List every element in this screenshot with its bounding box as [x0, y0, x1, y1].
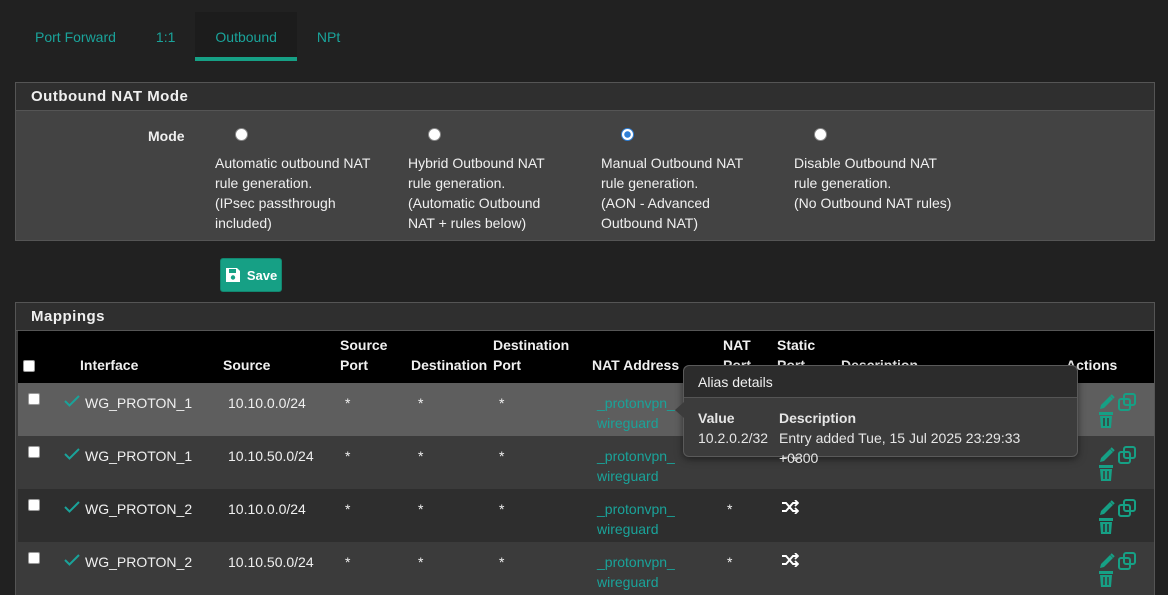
mode-label: Mode: [148, 128, 185, 144]
cell-source-port: *: [345, 448, 351, 464]
row-checkbox[interactable]: [28, 552, 40, 564]
check-icon: [64, 554, 80, 566]
cell-source-port: *: [345, 501, 351, 517]
cell-destination-port: *: [499, 501, 505, 517]
radio-disable[interactable]: [814, 128, 827, 141]
row-actions: [1066, 393, 1154, 429]
shuffle-icon: [782, 499, 800, 515]
trash-icon[interactable]: [1098, 464, 1114, 482]
check-icon: [64, 395, 80, 407]
tooltip-arrow: [675, 402, 684, 418]
radio-hybrid[interactable]: [428, 128, 441, 141]
alias-details-tooltip: Alias details Value Description 10.2.0.2…: [675, 365, 1078, 466]
radio-automatic[interactable]: [235, 128, 248, 141]
nat-tabs: Port Forward 1:1 Outbound NPt: [15, 12, 360, 61]
row-checkbox[interactable]: [28, 393, 40, 405]
row-actions: [1066, 552, 1154, 588]
shuffle-icon: [782, 552, 800, 568]
tab-npt[interactable]: NPt: [297, 12, 360, 61]
tooltip-body: Value Description 10.2.0.2/32 Entry adde…: [684, 398, 1077, 478]
mode-option-hybrid: Hybrid Outbound NAT rule generation. (Au…: [408, 128, 588, 233]
mode-option-text: Automatic outbound NAT rule generation. …: [215, 155, 371, 231]
tooltip-description-header: Description: [779, 410, 857, 426]
mode-option-disable: Disable Outbound NAT rule generation. (N…: [794, 128, 974, 213]
outbound-nat-mode-panel: Outbound NAT Mode Mode Automatic outboun…: [15, 82, 1155, 241]
cell-source: 10.10.50.0/24: [228, 554, 314, 570]
edit-pencil-icon[interactable]: [1098, 552, 1116, 570]
copy-icon[interactable]: [1118, 446, 1136, 464]
cell-interface: WG_PROTON_1: [85, 395, 193, 411]
cell-source-port: *: [345, 554, 351, 570]
col-destination: Destination: [411, 357, 488, 373]
trash-icon[interactable]: [1098, 570, 1114, 588]
panel-title: Mappings: [16, 303, 1154, 331]
save-button-label: Save: [246, 267, 278, 283]
check-icon: [64, 501, 80, 513]
edit-pencil-icon[interactable]: [1098, 446, 1116, 464]
cell-interface: WG_PROTON_2: [85, 501, 193, 517]
cell-source: 10.10.0.0/24: [228, 501, 306, 517]
row-actions: [1066, 446, 1154, 482]
cell-destination: *: [418, 395, 424, 411]
panel-title: Outbound NAT Mode: [16, 83, 1154, 111]
radio-manual[interactable]: [621, 128, 634, 141]
nat-address-link[interactable]: _protonvpn_ wireguard: [592, 499, 723, 539]
copy-icon[interactable]: [1118, 552, 1136, 570]
tooltip-value-header: Value: [698, 410, 735, 426]
mode-option-text: Hybrid Outbound NAT rule generation. (Au…: [408, 155, 545, 231]
table-row[interactable]: WG_PROTON_2 10.10.0.0/24 * * * _protonvp…: [18, 489, 1154, 542]
nat-address-link[interactable]: _protonvpn_ wireguard: [592, 552, 723, 592]
row-checkbox[interactable]: [28, 446, 40, 458]
tooltip-value: 10.2.0.2/32: [698, 430, 769, 446]
mode-option-manual: Manual Outbound NAT rule generation. (AO…: [601, 128, 781, 233]
row-actions: [1066, 499, 1154, 535]
tooltip-description: Entry added Tue, 15 Jul 2025 23:29:33 +0…: [779, 430, 1021, 466]
trash-icon[interactable]: [1098, 411, 1114, 429]
copy-icon[interactable]: [1118, 393, 1136, 411]
trash-icon[interactable]: [1098, 517, 1114, 535]
tooltip-title: Alias details: [684, 366, 1077, 398]
cell-interface: WG_PROTON_1: [85, 448, 193, 464]
edit-pencil-icon[interactable]: [1098, 393, 1116, 411]
row-checkbox[interactable]: [28, 499, 40, 511]
cell-destination-port: *: [499, 448, 505, 464]
select-all-checkbox[interactable]: [23, 360, 35, 372]
cell-source: 10.10.50.0/24: [228, 448, 314, 464]
tab-outbound[interactable]: Outbound: [195, 12, 297, 61]
mode-option-text: Disable Outbound NAT rule generation. (N…: [794, 155, 952, 211]
cell-interface: WG_PROTON_2: [85, 554, 193, 570]
table-row[interactable]: WG_PROTON_2 10.10.50.0/24 * * * _protonv…: [18, 542, 1154, 595]
col-interface: Interface: [80, 357, 139, 373]
floppy-disk-icon: [225, 268, 240, 282]
save-button[interactable]: Save: [220, 258, 282, 292]
cell-destination: *: [418, 501, 424, 517]
check-icon: [64, 448, 80, 460]
col-destination-port: Destination Port: [493, 337, 570, 373]
cell-source: 10.10.0.0/24: [228, 395, 306, 411]
edit-pencil-icon[interactable]: [1098, 499, 1116, 517]
tab-one-to-one[interactable]: 1:1: [136, 12, 195, 61]
col-source: Source: [223, 357, 271, 373]
copy-icon[interactable]: [1118, 499, 1136, 517]
cell-destination-port: *: [499, 395, 505, 411]
cell-destination: *: [418, 448, 424, 464]
col-source-port: Source Port: [340, 337, 388, 373]
mode-option-automatic: Automatic outbound NAT rule generation. …: [215, 128, 395, 233]
cell-source-port: *: [345, 395, 351, 411]
cell-destination: *: [418, 554, 424, 570]
cell-nat-port: *: [727, 501, 733, 517]
cell-nat-port: *: [727, 554, 733, 570]
col-actions: Actions: [1066, 357, 1118, 373]
tab-port-forward[interactable]: Port Forward: [15, 12, 136, 61]
mode-option-text: Manual Outbound NAT rule generation. (AO…: [601, 155, 744, 231]
cell-destination-port: *: [499, 554, 505, 570]
